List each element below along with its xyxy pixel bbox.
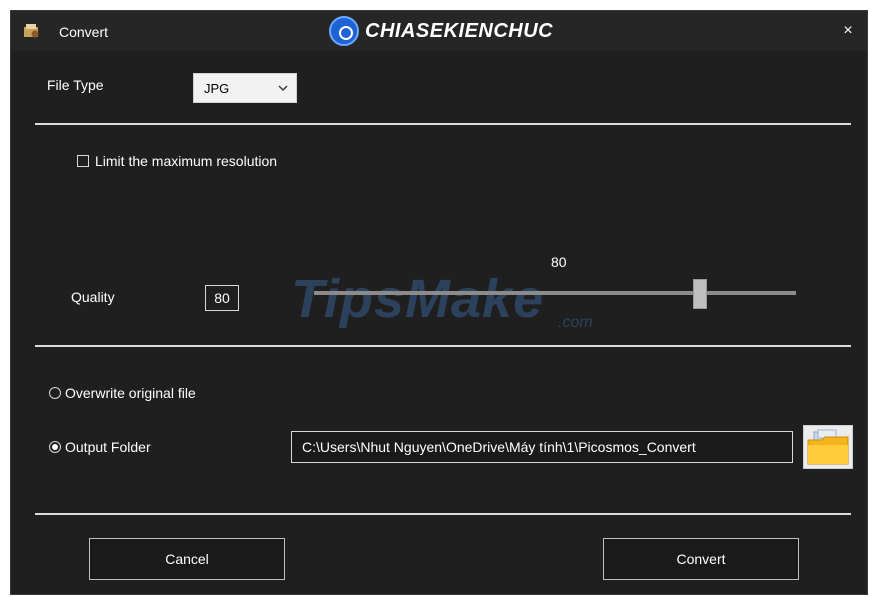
tipsmake-watermark: TipsMake — [291, 269, 545, 329]
file-type-value: JPG — [204, 81, 230, 96]
limit-resolution-label: Limit the maximum resolution — [95, 153, 278, 169]
overwrite-radio[interactable] — [49, 387, 61, 399]
cancel-button[interactable]: Cancel — [89, 538, 285, 580]
quality-input[interactable]: 80 — [205, 285, 239, 311]
output-folder-label: Output Folder — [65, 439, 151, 455]
quality-slider-value: 80 — [551, 254, 567, 270]
divider-top — [35, 123, 851, 125]
tipsmake-watermark-suffix: .com — [558, 314, 593, 331]
convert-dialog: Convert CHIASEKIENCHUC × File Type JPG L… — [10, 10, 868, 595]
divider-middle — [35, 345, 851, 347]
window-title: Convert — [59, 24, 109, 40]
overwrite-label: Overwrite original file — [65, 385, 196, 401]
file-type-select[interactable]: JPG — [193, 73, 297, 103]
output-folder-radio[interactable] — [49, 441, 61, 453]
divider-bottom — [35, 513, 851, 515]
close-icon[interactable]: × — [839, 22, 857, 40]
convert-button[interactable]: Convert — [603, 538, 799, 580]
app-icon — [24, 24, 39, 38]
logo-circle-icon — [329, 16, 359, 46]
quality-slider-track[interactable] — [314, 291, 796, 295]
chevron-down-icon — [278, 85, 288, 91]
chiasekienchuc-logo: CHIASEKIENCHUC — [329, 13, 553, 49]
quality-label: Quality — [71, 289, 115, 305]
logo-text: CHIASEKIENCHUC — [365, 19, 554, 42]
file-type-label: File Type — [47, 77, 104, 93]
folder-icon — [807, 429, 849, 465]
output-path-input[interactable]: C:\Users\Nhut Nguyen\OneDrive\Máy tính\1… — [291, 431, 793, 463]
quality-slider-thumb[interactable] — [692, 279, 707, 309]
limit-resolution-checkbox[interactable] — [77, 155, 89, 167]
title-bar: Convert CHIASEKIENCHUC × — [11, 11, 867, 51]
browse-folder-button[interactable] — [803, 425, 853, 469]
